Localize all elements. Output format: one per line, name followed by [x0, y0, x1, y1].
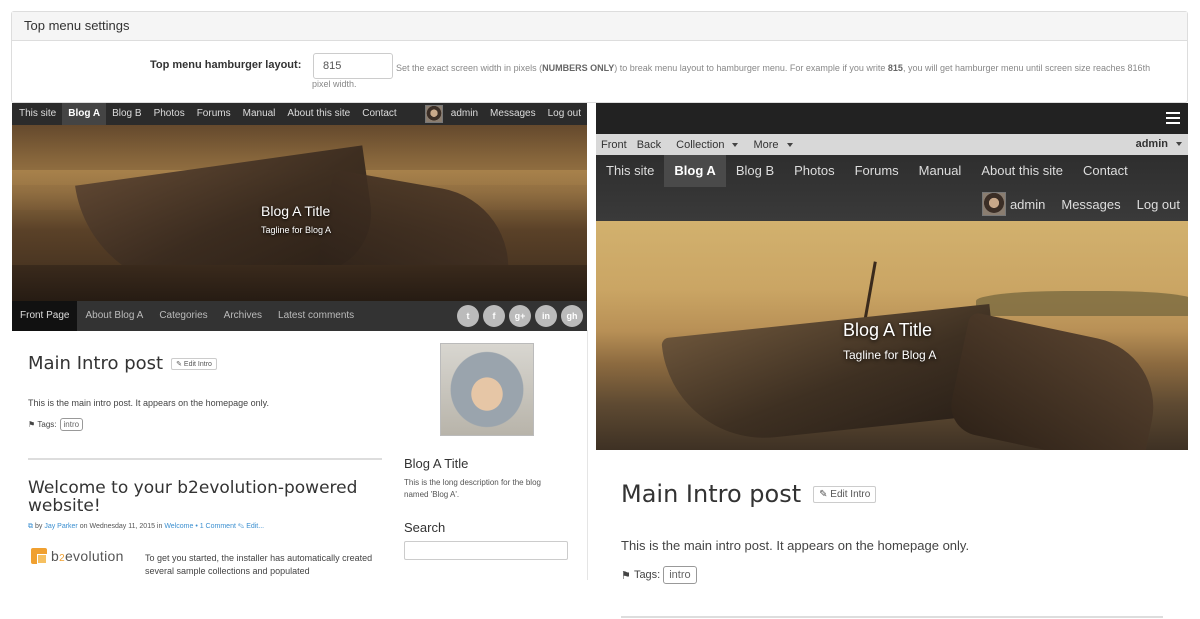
search-heading: Search — [404, 520, 446, 535]
tag-icon: ⚑ — [621, 569, 631, 582]
divider — [28, 458, 382, 460]
expanded-site-menu: This site Blog A Blog B Photos Forums Ma… — [596, 155, 1188, 221]
category-link[interactable]: Welcome — [164, 523, 193, 530]
edit-intro-button[interactable]: ✎ Edit Intro — [171, 357, 217, 370]
hamburger-menu-icon[interactable] — [1166, 112, 1180, 124]
facebook-icon[interactable]: f — [483, 305, 505, 327]
blog-title[interactable]: Blog A Title — [261, 203, 330, 219]
nav-about[interactable]: About this site — [281, 103, 356, 125]
edit-link[interactable]: ✎ Edit... — [238, 523, 264, 530]
hamburger-bar — [596, 103, 1188, 134]
main-content: Main Intro post ✎ Edit Intro This is the… — [28, 353, 388, 576]
desktop-preview: This site Blog A Blog B Photos Forums Ma… — [12, 103, 587, 619]
permalink-icon[interactable]: ⧉ — [28, 523, 33, 530]
google-plus-icon[interactable]: g+ — [509, 305, 531, 327]
nav-photos[interactable]: Photos — [784, 155, 844, 187]
hamburger-help-text: Set the exact screen width in pixels (NU… — [312, 63, 1151, 89]
nav-this-site[interactable]: This site — [596, 155, 664, 187]
nav-blog-a[interactable]: Blog A — [664, 155, 726, 187]
blog-header-image: Blog A Title Tagline for Blog A — [596, 221, 1188, 450]
menu-archives[interactable]: Archives — [216, 301, 270, 331]
evobar-front[interactable]: Front — [596, 139, 632, 151]
menu-categories[interactable]: Categories — [151, 301, 215, 331]
hamburger-layout-label: Top menu hamburger layout: — [150, 59, 302, 71]
nav-forums[interactable]: Forums — [191, 103, 237, 125]
menu-front-page[interactable]: Front Page — [12, 301, 78, 331]
user-avatar[interactable] — [424, 105, 443, 123]
main-content: Main Intro post ✎ Edit Intro This is the… — [621, 480, 1166, 618]
tag-intro[interactable]: intro — [59, 418, 84, 431]
nav-about[interactable]: About this site — [971, 155, 1073, 187]
nav-photos[interactable]: Photos — [148, 103, 191, 125]
blog-header-image: Blog A Title Tagline for Blog A — [12, 125, 587, 301]
sidebar-blog-title: Blog A Title — [404, 456, 469, 471]
github-icon[interactable]: gh — [561, 305, 583, 327]
comments-link[interactable]: • 1 Comment — [195, 523, 236, 530]
author-link[interactable]: Jay Parker — [44, 523, 77, 530]
nav-messages[interactable]: Messages — [1053, 197, 1128, 212]
preview-divider — [587, 330, 588, 580]
evobar-user[interactable]: admin — [1131, 134, 1182, 155]
nav-admin[interactable]: admin — [1002, 197, 1053, 212]
nav-logout[interactable]: Log out — [1129, 197, 1188, 212]
sidebar-blog-description: This is the long description for the blo… — [404, 478, 541, 499]
nav-blog-b[interactable]: Blog B — [106, 103, 147, 125]
post-body: This is the main intro post. It appears … — [621, 538, 970, 553]
evobar-collection[interactable]: Collection — [666, 139, 743, 151]
post2-meta: ⧉ by Jay Parker on Wednesday 11, 2015 in… — [28, 523, 265, 530]
post-title: Main Intro post ✎ Edit Intro — [621, 480, 1166, 508]
blog-tagline: Tagline for Blog A — [843, 348, 937, 362]
evobar-more[interactable]: More — [743, 139, 797, 151]
post-tags: ⚑ Tags: intro — [28, 418, 84, 431]
evobar-back[interactable]: Back — [632, 139, 666, 151]
panel-title: Top menu settings — [12, 12, 1187, 41]
nav-contact[interactable]: Contact — [356, 103, 402, 125]
menu-latest-comments[interactable]: Latest comments — [270, 301, 362, 331]
post-tags: ⚑ Tags: intro — [621, 566, 697, 584]
social-links: t f g+ in gh — [453, 303, 583, 327]
b2evolution-logo: b2evolution — [31, 548, 124, 564]
nav-this-site[interactable]: This site — [12, 103, 62, 125]
b2evo-logo-icon — [31, 548, 47, 564]
menu-about-blog-a[interactable]: About Blog A — [77, 301, 151, 331]
divider — [621, 616, 1163, 618]
blog-title[interactable]: Blog A Title — [843, 320, 932, 341]
nav-manual[interactable]: Manual — [237, 103, 282, 125]
evobar: Front Back Collection More admin — [596, 134, 1188, 155]
chevron-down-icon — [786, 142, 793, 147]
site-top-menu: This site Blog A Blog B Photos Forums Ma… — [12, 103, 587, 125]
post-title: Main Intro post ✎ Edit Intro — [28, 353, 388, 374]
nav-blog-b[interactable]: Blog B — [726, 155, 784, 187]
nav-manual[interactable]: Manual — [909, 155, 972, 187]
blog-tagline: Tagline for Blog A — [261, 225, 332, 235]
edit-intro-button[interactable]: ✎ Edit Intro — [813, 485, 877, 503]
top-menu-settings-panel: Top menu settings Top menu hamburger lay… — [11, 11, 1188, 103]
nav-contact[interactable]: Contact — [1073, 155, 1138, 187]
nav-logout[interactable]: Log out — [542, 103, 587, 125]
tag-intro[interactable]: intro — [663, 566, 697, 584]
post2-excerpt: To get you started, the installer has au… — [145, 553, 373, 576]
nav-blog-a[interactable]: Blog A — [62, 103, 107, 125]
mobile-preview: Front Back Collection More admin This si… — [596, 103, 1188, 619]
post2-title[interactable]: Welcome to your b2evolution-powered webs… — [28, 479, 378, 515]
blog-owner-photo — [440, 343, 534, 436]
chevron-down-icon — [1176, 142, 1182, 147]
linkedin-icon[interactable]: in — [535, 305, 557, 327]
nav-forums[interactable]: Forums — [845, 155, 909, 187]
chevron-down-icon — [732, 142, 739, 147]
tag-icon: ⚑ — [28, 420, 36, 429]
nav-admin[interactable]: admin — [445, 103, 484, 125]
search-input[interactable] — [404, 541, 568, 560]
twitter-icon[interactable]: t — [457, 305, 479, 327]
post-body: This is the main intro post. It appears … — [28, 398, 269, 408]
nav-messages[interactable]: Messages — [484, 103, 542, 125]
